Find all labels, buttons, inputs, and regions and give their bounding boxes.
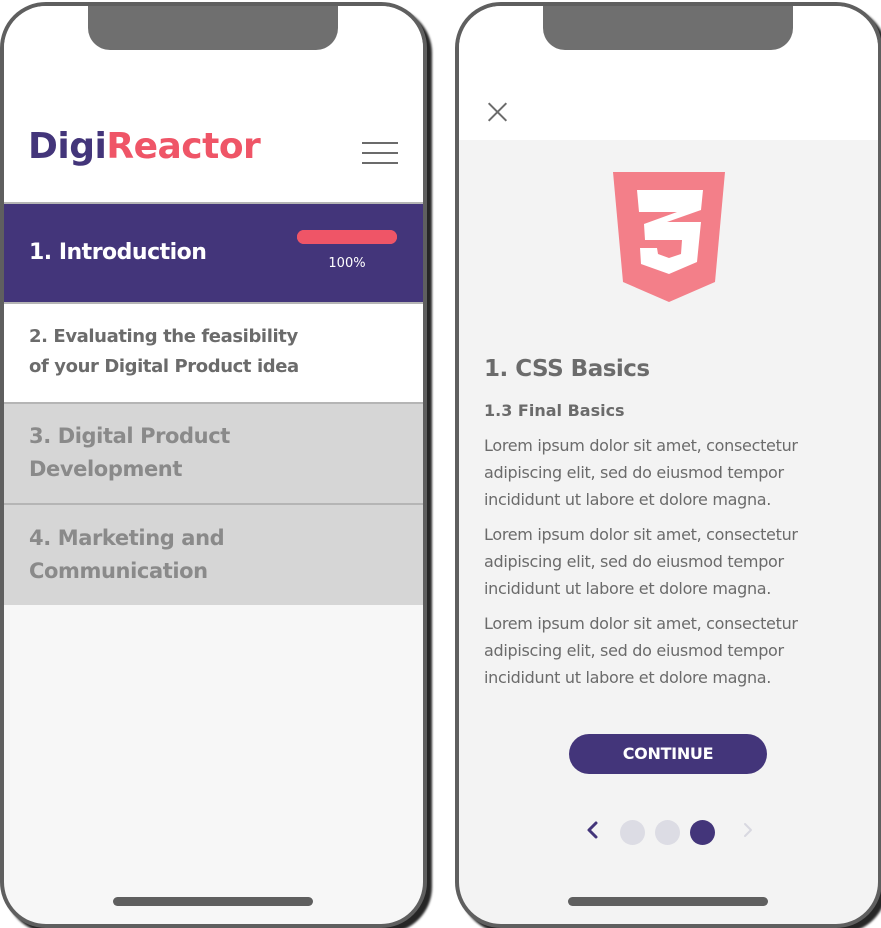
- brand-logo-part1: Digi: [28, 126, 107, 167]
- module-item-introduction[interactable]: 1. Introduction 100%: [4, 202, 423, 304]
- paragraph-line: Lorem ipsum dolor sit amet, consectetur: [484, 614, 798, 633]
- continue-button[interactable]: CONTINUE: [569, 734, 767, 774]
- pager-dot[interactable]: [620, 820, 645, 845]
- phone-course-menu: DigiReactor 1. Introduction 100% 2. Eval…: [0, 2, 427, 928]
- paragraph-line: Lorem ipsum dolor sit amet, consectetur: [484, 525, 798, 544]
- paragraph-line: incididunt ut labore et dolore magna.: [484, 579, 772, 598]
- paragraph-line: adipiscing elit, sed do eiusmod tempor: [484, 463, 784, 482]
- hamburger-line: [362, 142, 398, 144]
- module-item-feasibility[interactable]: 2. Evaluating the feasibility of your Di…: [4, 302, 423, 404]
- phone-notch: [88, 6, 338, 50]
- home-indicator[interactable]: [113, 897, 313, 906]
- module-progress-fill: [297, 230, 397, 244]
- lesson-subtitle: 1.3 Final Basics: [484, 401, 625, 420]
- phone-notch: [543, 6, 793, 50]
- css3-logo-icon: [613, 172, 725, 302]
- module-item-development[interactable]: 3. Digital Product Development: [4, 402, 423, 504]
- paragraph-line: adipiscing elit, sed do eiusmod tempor: [484, 552, 784, 571]
- lesson-title: 1. CSS Basics: [484, 356, 650, 382]
- pager-dot-active[interactable]: [690, 820, 715, 845]
- hamburger-line: [362, 152, 398, 154]
- lesson-paragraph: Lorem ipsum dolor sit amet, consectetur …: [484, 610, 864, 691]
- paragraph-line: Lorem ipsum dolor sit amet, consectetur: [484, 436, 798, 455]
- hamburger-line: [362, 162, 398, 164]
- module-progress-label: 100%: [328, 256, 366, 271]
- close-icon[interactable]: [483, 98, 511, 126]
- module-item-marketing[interactable]: 4. Marketing and Communication: [4, 503, 423, 605]
- hamburger-menu-icon[interactable]: [362, 140, 398, 166]
- module-title-line: 2. Evaluating the feasibility: [29, 326, 298, 347]
- paragraph-line: incididunt ut labore et dolore magna.: [484, 668, 772, 687]
- module-progress-bar: [297, 230, 397, 244]
- module-title-line: of your Digital Product idea: [29, 356, 299, 377]
- home-indicator[interactable]: [568, 897, 768, 906]
- paragraph-line: adipiscing elit, sed do eiusmod tempor: [484, 641, 784, 660]
- module-title-line: 3. Digital Product: [29, 424, 230, 448]
- module-title: 1. Introduction: [29, 240, 207, 265]
- paragraph-line: incididunt ut labore et dolore magna.: [484, 490, 772, 509]
- brand-logo-part2: Reactor: [106, 126, 261, 167]
- pager-dot[interactable]: [655, 820, 680, 845]
- phone-lesson-view: 1. CSS Basics 1.3 Final Basics Lorem ips…: [455, 2, 881, 928]
- lesson-paragraph: Lorem ipsum dolor sit amet, consectetur …: [484, 432, 864, 513]
- brand-logo[interactable]: DigiReactor: [28, 126, 261, 167]
- lesson-paragraph: Lorem ipsum dolor sit amet, consectetur …: [484, 521, 864, 602]
- chevron-right-icon[interactable]: [741, 818, 755, 842]
- module-title-line: Communication: [29, 559, 208, 583]
- module-title-line: 4. Marketing and: [29, 526, 225, 550]
- module-title-line: Development: [29, 457, 182, 481]
- chevron-left-icon[interactable]: [585, 818, 599, 842]
